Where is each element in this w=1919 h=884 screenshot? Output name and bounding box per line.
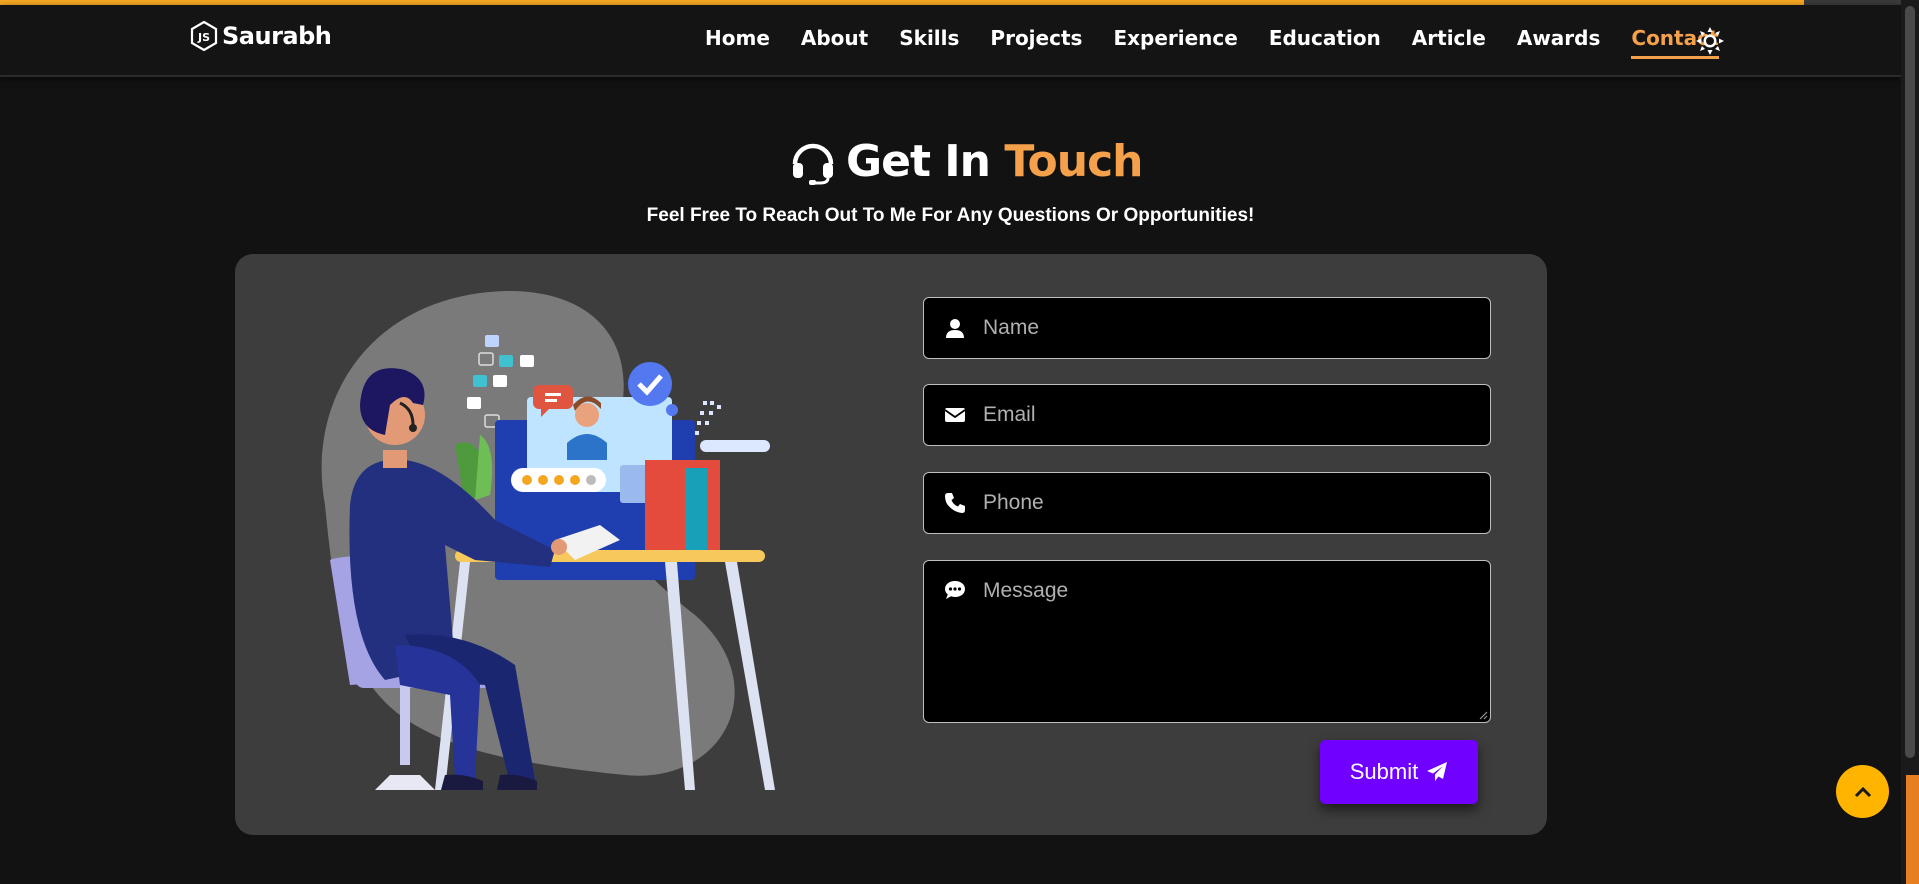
headset-icon bbox=[792, 143, 834, 185]
message-placeholder: Message bbox=[983, 579, 1069, 602]
phone-field[interactable]: Phone bbox=[923, 472, 1491, 534]
email-field[interactable]: Email bbox=[923, 384, 1491, 446]
page-title: Get In Touch bbox=[846, 136, 1143, 187]
email-placeholder: Email bbox=[983, 403, 1036, 426]
submit-label: Submit bbox=[1349, 759, 1419, 784]
phone-placeholder: Phone bbox=[983, 491, 1044, 514]
nav-link-skills[interactable]: Skills bbox=[899, 26, 959, 59]
envelope-icon bbox=[944, 408, 966, 422]
page-subtitle: Feel Free To Reach Out To Me For Any Que… bbox=[646, 205, 1255, 226]
support-agent-illustration bbox=[321, 290, 775, 790]
nav-link-home[interactable]: Home bbox=[705, 26, 770, 59]
submit-button[interactable]: Submit bbox=[1320, 740, 1478, 804]
nav-link-about[interactable]: About bbox=[801, 26, 868, 59]
user-icon bbox=[946, 319, 964, 338]
resize-grip-icon[interactable] bbox=[1478, 710, 1488, 720]
nav-links: Home About Skills Projects Experience Ed… bbox=[705, 26, 1750, 59]
svg-text:JS: JS bbox=[197, 31, 210, 44]
page-title-main: Get In bbox=[846, 136, 991, 187]
scrollbar-accent bbox=[1906, 775, 1919, 884]
sun-icon[interactable] bbox=[1696, 27, 1724, 55]
name-placeholder: Name bbox=[983, 316, 1040, 339]
chevron-up-icon bbox=[1854, 786, 1871, 797]
js-hexagon-icon: JS bbox=[190, 21, 218, 51]
brand-name: Saurabh bbox=[222, 22, 332, 50]
section-heading: Get In Touch bbox=[790, 136, 1143, 187]
name-field[interactable]: Name bbox=[923, 297, 1491, 359]
paper-plane-icon bbox=[1427, 762, 1448, 781]
chat-bubble-icon bbox=[945, 581, 965, 599]
nav-link-awards[interactable]: Awards bbox=[1517, 26, 1601, 59]
phone-icon bbox=[945, 493, 965, 513]
nav-link-article[interactable]: Article bbox=[1412, 26, 1486, 59]
nav-link-education[interactable]: Education bbox=[1269, 26, 1381, 59]
scrollbar-thumb[interactable] bbox=[1905, 6, 1915, 758]
scroll-to-top-button[interactable] bbox=[1836, 765, 1889, 818]
message-field[interactable]: Message bbox=[923, 560, 1491, 723]
nav-link-projects[interactable]: Projects bbox=[990, 26, 1082, 59]
page-title-accent: Touch bbox=[1004, 136, 1143, 187]
navbar: JS Saurabh Home About Skills Projects Ex… bbox=[0, 5, 1901, 77]
brand-logo[interactable]: JS Saurabh bbox=[190, 21, 332, 51]
nav-link-experience[interactable]: Experience bbox=[1113, 26, 1237, 59]
